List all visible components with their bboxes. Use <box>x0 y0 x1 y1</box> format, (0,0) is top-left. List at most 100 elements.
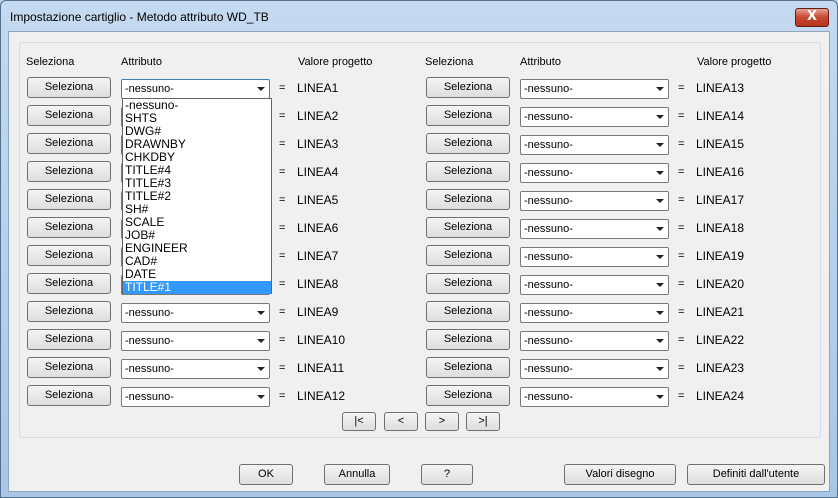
chevron-down-icon <box>257 367 265 371</box>
attribute-combo-value: -nessuno- <box>524 111 573 123</box>
ok-button[interactable]: OK <box>239 464 293 485</box>
chevron-down-icon <box>656 143 664 147</box>
select-button-right-6[interactable]: Seleziona <box>426 217 510 238</box>
chevron-down-icon <box>656 255 664 259</box>
attribute-combo-value: -nessuno- <box>125 307 174 319</box>
select-button-right-7[interactable]: Seleziona <box>426 245 510 266</box>
header-valore-right: Valore progetto <box>697 56 772 68</box>
select-button-right-10[interactable]: Seleziona <box>426 329 510 350</box>
select-button-left-6[interactable]: Seleziona <box>27 217 111 238</box>
nav-prev-button[interactable]: < <box>384 412 418 431</box>
close-icon: X <box>806 9 818 24</box>
attribute-combo-right-4[interactable]: -nessuno- <box>520 163 669 183</box>
attribute-combo-value: -nessuno- <box>524 83 573 95</box>
window-title: Impostazione cartiglio - Metodo attribut… <box>10 10 269 24</box>
select-button-left-8[interactable]: Seleziona <box>27 273 111 294</box>
attribute-combo-value: -nessuno- <box>524 391 573 403</box>
select-button-left-11[interactable]: Seleziona <box>27 357 111 378</box>
project-value-left-11: LINEA11 <box>297 361 345 375</box>
attribute-combo-right-8[interactable]: -nessuno- <box>520 275 669 295</box>
project-value-left-8: LINEA8 <box>297 277 339 291</box>
equals-sign: = <box>678 390 685 402</box>
select-button-right-5[interactable]: Seleziona <box>426 189 510 210</box>
project-value-left-3: LINEA3 <box>297 137 339 151</box>
project-value-left-2: LINEA2 <box>297 109 339 123</box>
attribute-combo-value: -nessuno- <box>524 223 573 235</box>
select-button-left-3[interactable]: Seleziona <box>27 133 111 154</box>
attribute-combo-left-1[interactable]: -nessuno- <box>121 79 270 99</box>
select-button-right-4[interactable]: Seleziona <box>426 161 510 182</box>
select-button-left-4[interactable]: Seleziona <box>27 161 111 182</box>
drawing-values-button[interactable]: Valori disegno <box>564 464 676 485</box>
equals-sign: = <box>279 166 286 178</box>
attribute-combo-right-10[interactable]: -nessuno- <box>520 331 669 351</box>
user-defined-button[interactable]: Definiti dall'utente <box>687 464 825 485</box>
attribute-combo-left-9[interactable]: -nessuno- <box>121 303 270 323</box>
attribute-combo-left-12[interactable]: -nessuno- <box>121 387 270 407</box>
attribute-combo-right-2[interactable]: -nessuno- <box>520 107 669 127</box>
select-button-right-2[interactable]: Seleziona <box>426 105 510 126</box>
chevron-down-icon <box>656 227 664 231</box>
project-value-left-10: LINEA10 <box>297 333 346 347</box>
dialog-window: Impostazione cartiglio - Metodo attribut… <box>0 0 838 498</box>
help-button[interactable]: ? <box>421 464 473 485</box>
attribute-combo-value: -nessuno- <box>524 363 573 375</box>
select-button-left-9[interactable]: Seleziona <box>27 301 111 322</box>
title-bar[interactable]: Impostazione cartiglio - Metodo attribut… <box>1 1 837 31</box>
project-value-right-7: LINEA19 <box>696 249 745 263</box>
attribute-combo-left-11[interactable]: -nessuno- <box>121 359 270 379</box>
select-button-right-8[interactable]: Seleziona <box>426 273 510 294</box>
chevron-down-icon <box>257 395 265 399</box>
attribute-combo-left-10[interactable]: -nessuno- <box>121 331 270 351</box>
equals-sign: = <box>279 110 286 122</box>
attribute-combo-right-6[interactable]: -nessuno- <box>520 219 669 239</box>
nav-last-button[interactable]: >| <box>466 412 500 431</box>
attribute-combo-right-12[interactable]: -nessuno- <box>520 387 669 407</box>
attribute-combo-right-5[interactable]: -nessuno- <box>520 191 669 211</box>
project-value-left-6: LINEA6 <box>297 221 339 235</box>
attribute-combo-right-7[interactable]: -nessuno- <box>520 247 669 267</box>
attribute-dropdown-list[interactable]: -nessuno- SHTS DWG# DRAWNBY CHKDBY TITLE#4 TIT… <box>122 98 272 294</box>
select-button-right-12[interactable]: Seleziona <box>426 385 510 406</box>
select-button-left-7[interactable]: Seleziona <box>27 245 111 266</box>
equals-sign: = <box>678 138 685 150</box>
attribute-combo-value: -nessuno- <box>524 251 573 263</box>
project-value-left-4: LINEA4 <box>297 165 339 179</box>
project-value-right-2: LINEA14 <box>696 109 745 123</box>
chevron-down-icon <box>656 283 664 287</box>
header-seleziona-left: Seleziona <box>26 56 75 68</box>
dropdown-option[interactable]: TITLE#1 <box>123 281 271 294</box>
close-button[interactable]: X <box>795 8 829 27</box>
select-button-left-10[interactable]: Seleziona <box>27 329 111 350</box>
project-value-right-4: LINEA16 <box>696 165 745 179</box>
header-valore-left: Valore progetto <box>298 56 373 68</box>
cancel-button[interactable]: Annulla <box>324 464 390 485</box>
project-value-right-1: LINEA13 <box>696 81 745 95</box>
attribute-combo-right-1[interactable]: -nessuno- <box>520 79 669 99</box>
select-button-left-1[interactable]: Seleziona <box>27 77 111 98</box>
attribute-combo-value: -nessuno- <box>524 167 573 179</box>
attribute-combo-value: -nessuno- <box>125 83 174 95</box>
attribute-combo-value: -nessuno- <box>125 363 174 375</box>
nav-next-button[interactable]: > <box>425 412 459 431</box>
project-value-right-11: LINEA23 <box>696 361 745 375</box>
select-button-right-9[interactable]: Seleziona <box>426 301 510 322</box>
attribute-combo-value: -nessuno- <box>125 335 174 347</box>
chevron-down-icon <box>656 395 664 399</box>
project-value-left-12: LINEA12 <box>297 389 346 403</box>
chevron-down-icon <box>257 87 265 91</box>
attribute-combo-value: -nessuno- <box>524 139 573 151</box>
equals-sign: = <box>678 306 685 318</box>
select-button-left-12[interactable]: Seleziona <box>27 385 111 406</box>
equals-sign: = <box>279 278 286 290</box>
attribute-combo-right-3[interactable]: -nessuno- <box>520 135 669 155</box>
chevron-down-icon <box>656 115 664 119</box>
nav-first-button[interactable]: |< <box>342 412 376 431</box>
attribute-combo-right-11[interactable]: -nessuno- <box>520 359 669 379</box>
select-button-right-1[interactable]: Seleziona <box>426 77 510 98</box>
select-button-left-2[interactable]: Seleziona <box>27 105 111 126</box>
select-button-right-11[interactable]: Seleziona <box>426 357 510 378</box>
attribute-combo-right-9[interactable]: -nessuno- <box>520 303 669 323</box>
select-button-left-5[interactable]: Seleziona <box>27 189 111 210</box>
select-button-right-3[interactable]: Seleziona <box>426 133 510 154</box>
